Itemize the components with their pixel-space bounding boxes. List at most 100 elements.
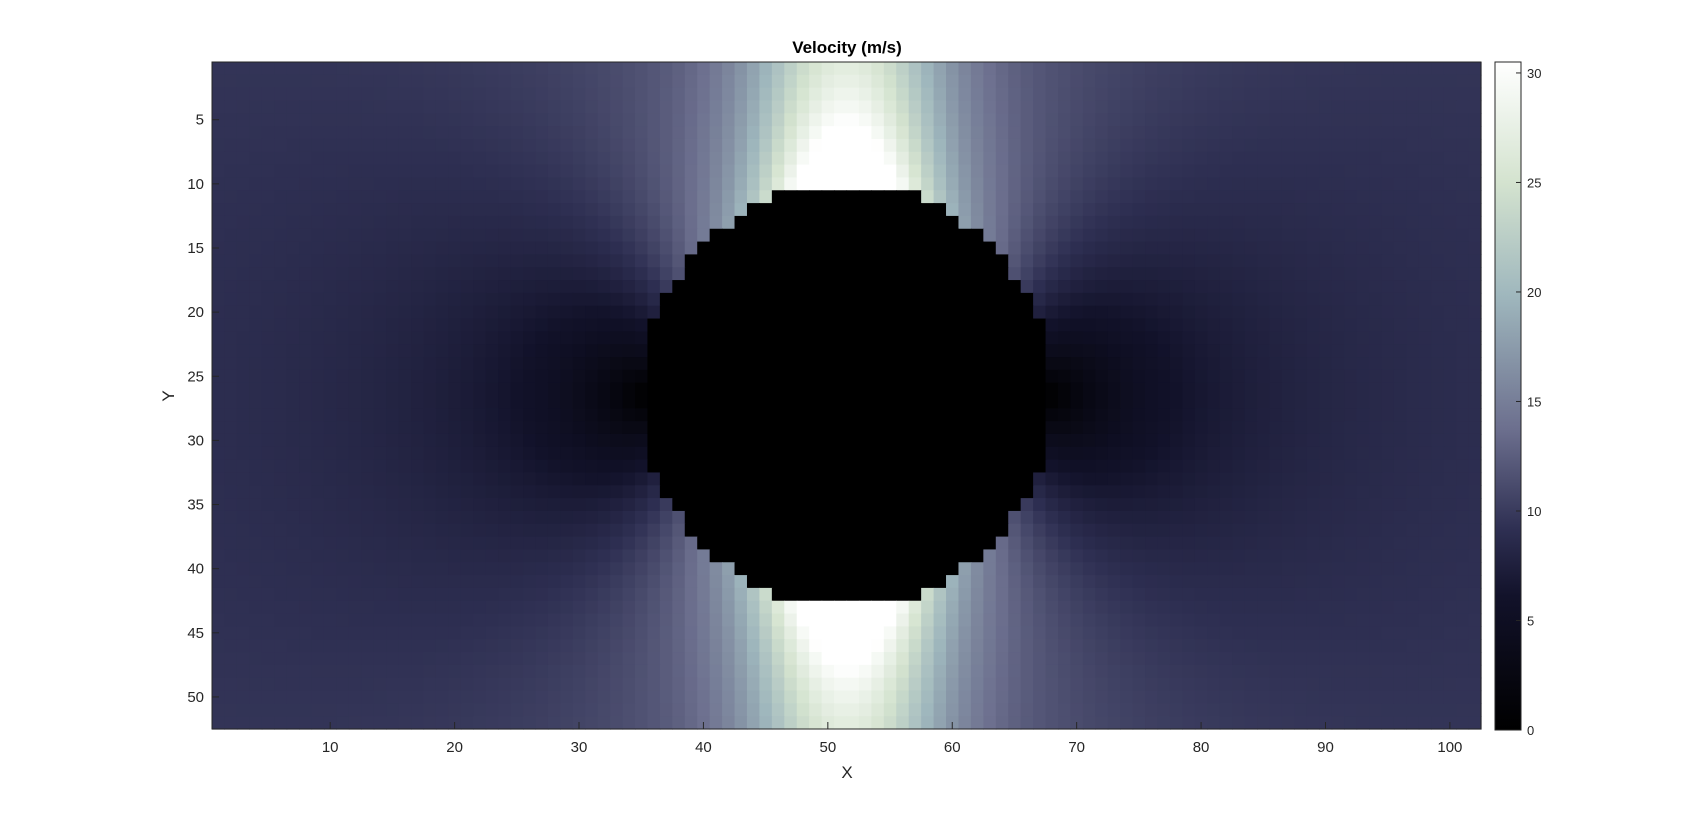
heatmap-cell: [734, 587, 748, 602]
heatmap-cell: [498, 382, 512, 397]
heatmap-cell: [1331, 138, 1345, 153]
heatmap-cell: [1132, 549, 1146, 563]
heatmap-cell: [1045, 485, 1059, 499]
heatmap-cell: [1468, 203, 1482, 217]
heatmap-cell: [610, 87, 624, 102]
heatmap-cell: [771, 510, 785, 525]
heatmap-cell: [1319, 190, 1333, 204]
heatmap-cell: [361, 510, 375, 525]
heatmap-cell: [1418, 626, 1432, 640]
heatmap-cell: [921, 408, 935, 422]
heatmap-cell: [1169, 100, 1184, 114]
heatmap-cell: [1431, 600, 1445, 615]
heatmap-cell: [821, 87, 835, 102]
heatmap-cell: [1232, 575, 1246, 589]
heatmap-cell: [1319, 613, 1333, 627]
heatmap-cell: [846, 87, 860, 102]
heatmap-cell: [1182, 549, 1196, 563]
heatmap-cell: [697, 408, 711, 422]
heatmap-cell: [809, 575, 823, 589]
heatmap-cell: [597, 305, 611, 320]
heatmap-cell: [921, 459, 935, 474]
heatmap-cell: [1257, 254, 1271, 268]
heatmap-cell: [784, 164, 798, 179]
heatmap-cell: [498, 267, 512, 281]
heatmap-cell: [1244, 126, 1258, 140]
heatmap-cell: [311, 344, 325, 358]
heatmap-cell: [858, 498, 872, 512]
heatmap-cell: [1281, 575, 1295, 589]
heatmap-cell: [672, 292, 686, 307]
heatmap-cell: [784, 62, 798, 76]
heatmap-cell: [448, 664, 462, 679]
heatmap-cell: [361, 344, 375, 358]
heatmap-cell: [1294, 382, 1308, 397]
heatmap-cell: [373, 408, 387, 422]
heatmap-cell: [1281, 421, 1295, 435]
heatmap-cell: [684, 523, 698, 538]
heatmap-cell: [834, 664, 848, 679]
heatmap-cell: [1257, 626, 1271, 640]
heatmap-cell: [1344, 126, 1358, 140]
heatmap-cell: [796, 292, 810, 307]
heatmap-cell: [336, 498, 350, 512]
heatmap-cell: [908, 472, 922, 486]
heatmap-cell: [635, 254, 649, 268]
heatmap-cell: [858, 536, 872, 551]
heatmap-cell: [1331, 267, 1345, 281]
heatmap-cell: [921, 215, 935, 230]
heatmap-cell: [523, 62, 537, 76]
heatmap-cell: [722, 677, 736, 692]
heatmap-cell: [846, 126, 860, 140]
heatmap-cell: [523, 126, 537, 140]
heatmap-cell: [274, 74, 288, 89]
heatmap-cell: [1443, 639, 1457, 653]
heatmap-cell: [311, 523, 325, 538]
heatmap-cell: [933, 62, 947, 76]
heatmap-cell: [1393, 639, 1407, 653]
heatmap-cell: [1157, 575, 1171, 589]
heatmap-cell: [311, 203, 325, 217]
heatmap-cell: [1356, 369, 1370, 384]
heatmap-cell: [1145, 292, 1159, 307]
heatmap-cell: [995, 562, 1009, 576]
heatmap-cell: [871, 485, 885, 499]
heatmap-cell: [361, 254, 375, 268]
heatmap-cell: [622, 357, 636, 371]
heatmap-cell: [386, 113, 400, 127]
heatmap-cell: [958, 408, 972, 422]
heatmap-cell: [1269, 318, 1283, 332]
heatmap-cell: [1120, 164, 1134, 179]
heatmap-cell: [921, 344, 935, 358]
heatmap-cell: [597, 292, 611, 307]
heatmap-cell: [858, 421, 872, 435]
heatmap-cell: [1468, 472, 1482, 486]
heatmap-cell: [286, 292, 300, 307]
heatmap-cell: [933, 305, 947, 320]
heatmap-cell: [1406, 613, 1420, 627]
heatmap-cell: [684, 331, 698, 345]
heatmap-cell: [1294, 164, 1308, 179]
heatmap-cell: [274, 510, 288, 525]
heatmap-cell: [1145, 421, 1159, 435]
heatmap-cell: [373, 344, 387, 358]
heatmap-cell: [373, 151, 387, 166]
heatmap-cell: [1132, 228, 1146, 243]
heatmap-cell: [1468, 267, 1482, 281]
heatmap-cell: [1369, 177, 1383, 191]
heatmap-cell: [249, 267, 263, 281]
heatmap-cell: [1443, 203, 1457, 217]
heatmap-cell: [1033, 280, 1047, 294]
heatmap-cell: [1344, 523, 1358, 538]
heatmap-cell: [423, 203, 437, 217]
heatmap-cell: [796, 664, 810, 679]
heatmap-cell: [672, 305, 686, 320]
heatmap-cell: [1082, 639, 1096, 653]
heatmap-cell: [647, 433, 661, 448]
heatmap-cell: [274, 177, 288, 191]
heatmap-cell: [784, 357, 798, 371]
heatmap-cell: [1082, 280, 1096, 294]
heatmap-cell: [510, 318, 524, 332]
heatmap-cell: [672, 62, 686, 76]
heatmap-cell: [448, 587, 462, 602]
